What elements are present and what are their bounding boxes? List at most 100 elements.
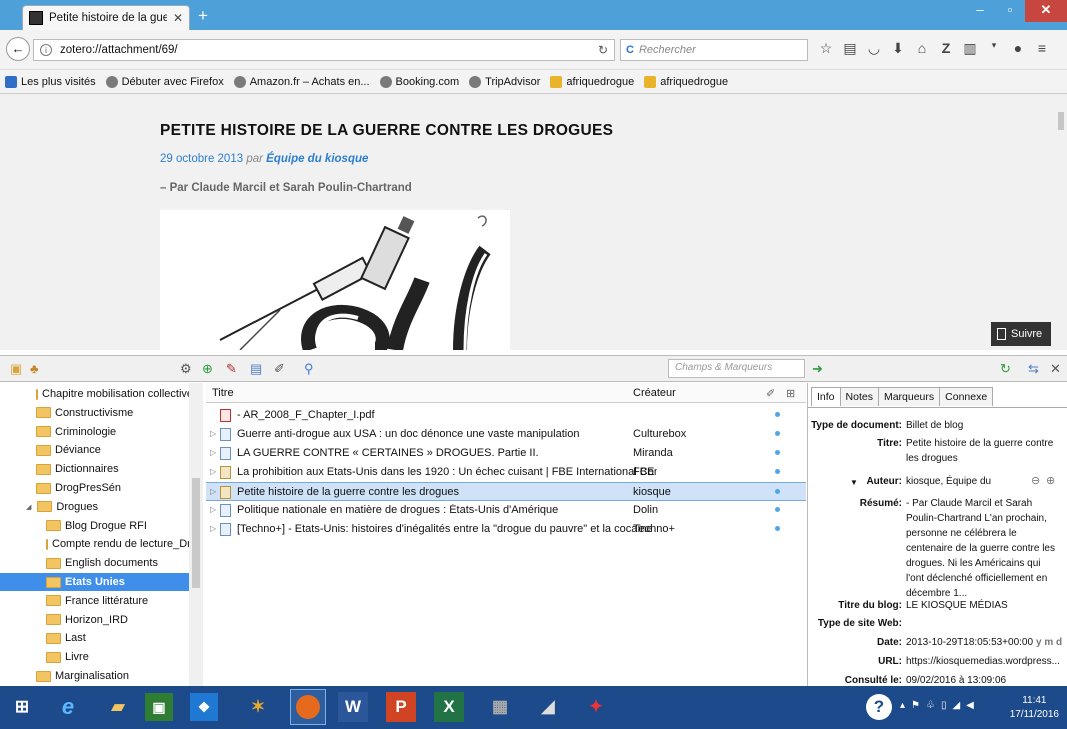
collection-item[interactable]: France littérature xyxy=(0,592,190,610)
field-value[interactable]: Petite histoire de la guerre contre les … xyxy=(906,436,1061,466)
maximize-icon[interactable]: ▫ xyxy=(995,0,1025,22)
url-text[interactable]: zotero://attachment/69/ xyxy=(60,44,590,56)
field-value[interactable]: kiosque, Équipe du xyxy=(906,474,1021,489)
advanced-search-icon[interactable]: ⚲ xyxy=(304,361,314,377)
tab-tags[interactable]: Marqueurs xyxy=(877,387,941,406)
sync-icon[interactable]: ↻ xyxy=(1000,361,1011,377)
reading-list-icon[interactable]: ▤ xyxy=(838,40,862,57)
collection-item[interactable]: Horizon_IRD xyxy=(0,611,190,629)
field-value[interactable]: 09/02/2016 à 13:09:06 xyxy=(906,673,1061,686)
bookmark-item[interactable]: Débuter avec Firefox xyxy=(105,75,224,88)
zotero-save-icon[interactable]: ▥ xyxy=(958,40,982,57)
expand-icon[interactable]: ▷ xyxy=(210,467,216,476)
collapse-icon[interactable]: ◢ xyxy=(26,503,31,511)
zotero-search-input[interactable]: Champs & Marqueurs xyxy=(668,359,805,378)
close-pane-icon[interactable]: ✕ xyxy=(1050,361,1061,377)
collection-item[interactable]: Criminologie xyxy=(0,423,190,441)
expand-icon[interactable]: ▷ xyxy=(210,524,216,533)
collection-item[interactable]: English documents xyxy=(0,554,190,572)
firefox-icon[interactable] xyxy=(290,689,326,725)
menu-icon[interactable]: ≡ xyxy=(1030,40,1054,57)
bookmark-star-icon[interactable]: ☆ xyxy=(814,40,838,57)
app-icon[interactable]: ▦ xyxy=(482,689,518,725)
column-picker-icon[interactable]: ⊞ xyxy=(786,387,795,400)
table-row[interactable]: ▷ La prohibition aux Etats-Unis dans les … xyxy=(206,463,806,482)
column-title[interactable]: Titre xyxy=(212,387,234,399)
field-value[interactable]: - Par Claude Marcil et Sarah Poulin-Char… xyxy=(906,496,1061,601)
column-creator[interactable]: Créateur xyxy=(633,387,676,399)
collection-item[interactable]: Marginalisation xyxy=(0,667,190,685)
table-row[interactable]: ▷ LA GUERRE CONTRE « CERTAINES » DROGUES.… xyxy=(206,444,806,463)
new-group-icon[interactable]: ♣ xyxy=(30,361,39,376)
file-explorer-icon[interactable]: ▰ xyxy=(100,689,136,725)
table-row[interactable]: ▷ Petite histoire de la guerre contre les… xyxy=(206,482,806,501)
collection-item[interactable]: Chapitre mobilisation collectives xyxy=(0,385,199,403)
table-row[interactable]: ▷ Guerre anti-drogue aux USA : un doc dén… xyxy=(206,425,806,444)
bookmark-item[interactable]: afriquedrogue xyxy=(644,75,728,88)
new-tab-button[interactable]: + xyxy=(198,6,208,26)
remove-author-icon[interactable]: ⊖ xyxy=(1031,474,1040,487)
new-item-icon[interactable]: ⊕ xyxy=(202,361,213,377)
page-scrollbar[interactable] xyxy=(1055,94,1067,350)
collection-item[interactable]: Livre xyxy=(0,648,190,666)
attachment-column-icon[interactable]: ✐ xyxy=(766,387,775,400)
collection-item[interactable]: DrogPresSén xyxy=(0,479,190,497)
info-icon[interactable]: i xyxy=(40,44,52,56)
fullscreen-icon[interactable]: ⇆ xyxy=(1028,361,1039,377)
field-value[interactable]: LE KIOSQUE MÉDIAS xyxy=(906,598,1061,613)
expand-icon[interactable]: ▷ xyxy=(210,429,216,438)
app-icon[interactable]: ✶ xyxy=(240,689,276,725)
zotero-icon[interactable]: Z xyxy=(934,40,958,57)
collection-item[interactable]: Dictionnaires xyxy=(0,460,190,478)
system-tray-icons[interactable]: ▴⚑♧▯◢◀ xyxy=(900,700,980,711)
table-row[interactable]: - AR_2008_F_Chapter_I.pdf xyxy=(206,406,806,425)
add-author-icon[interactable]: ⊕ xyxy=(1046,474,1055,487)
locate-icon[interactable]: ➜ xyxy=(812,361,823,377)
collection-item[interactable]: Etats Unies xyxy=(0,573,190,591)
field-value[interactable]: 2013-10-29T18:05:53+00:00 xyxy=(906,635,1036,650)
tab-related[interactable]: Connexe xyxy=(939,387,994,406)
article-author[interactable]: Équipe du kiosque xyxy=(266,153,368,165)
powerpoint-icon[interactable]: P xyxy=(386,692,416,722)
tab-notes[interactable]: Notes xyxy=(839,387,879,406)
attachment-icon[interactable]: ✐ xyxy=(274,361,285,377)
bookmark-item[interactable]: afriquedrogue xyxy=(550,75,634,88)
minimize-icon[interactable]: – xyxy=(965,0,995,22)
url-bar[interactable]: i zotero://attachment/69/ ↻ xyxy=(33,39,615,61)
help-icon[interactable]: ? xyxy=(866,694,892,720)
download-icon[interactable]: ⬇ xyxy=(886,40,910,57)
field-value[interactable]: https://kiosquemedias.wordpress... xyxy=(906,654,1061,669)
clock[interactable]: 11:41 17/11/2016 xyxy=(1010,694,1059,722)
dropbox-icon[interactable]: ❖ xyxy=(190,693,218,721)
store-icon[interactable]: ▣ xyxy=(145,693,173,721)
extension-icon[interactable]: ● xyxy=(1006,40,1030,57)
follow-button[interactable]: Suivre xyxy=(991,322,1051,346)
collection-item[interactable]: ◢ Drogues xyxy=(0,498,190,516)
internet-explorer-icon[interactable]: e xyxy=(50,689,86,725)
excel-icon[interactable]: X xyxy=(434,692,464,722)
reload-icon[interactable]: ↻ xyxy=(598,43,608,57)
search-engine-icon[interactable]: C xyxy=(626,44,634,56)
expand-icon[interactable]: ▷ xyxy=(210,487,216,496)
bookmark-item[interactable]: TripAdvisor xyxy=(469,75,540,88)
collection-item[interactable]: Compte rendu de lecture_Dr... xyxy=(0,535,199,553)
table-row[interactable]: ▷ Politique nationale en matière de drogu… xyxy=(206,501,806,520)
tab-info[interactable]: Info xyxy=(811,387,841,406)
bookmark-item[interactable]: Amazon.fr – Achats en... xyxy=(233,75,370,88)
home-icon[interactable]: ⌂ xyxy=(910,40,934,57)
windows-start-icon[interactable]: ⊞ xyxy=(4,689,40,725)
collection-item[interactable]: Déviance xyxy=(0,441,190,459)
expand-icon[interactable]: ▷ xyxy=(210,505,216,514)
collections-scrollbar[interactable] xyxy=(189,383,203,686)
new-collection-icon[interactable]: ▣ xyxy=(10,361,22,377)
collection-item[interactable]: Last xyxy=(0,629,190,647)
expand-icon[interactable]: ▷ xyxy=(210,448,216,457)
app-icon[interactable]: ✦ xyxy=(578,689,614,725)
collection-item[interactable]: Constructivisme xyxy=(0,404,190,422)
close-window-icon[interactable]: ✕ xyxy=(1025,0,1067,22)
search-bar[interactable]: C Rechercher xyxy=(620,39,808,61)
word-icon[interactable]: W xyxy=(338,692,368,722)
browser-tab[interactable]: Petite histoire de la guerre... ✕ xyxy=(22,5,190,30)
pocket-icon[interactable]: ◡ xyxy=(862,40,886,57)
article-date[interactable]: 29 octobre 2013 xyxy=(160,153,243,165)
